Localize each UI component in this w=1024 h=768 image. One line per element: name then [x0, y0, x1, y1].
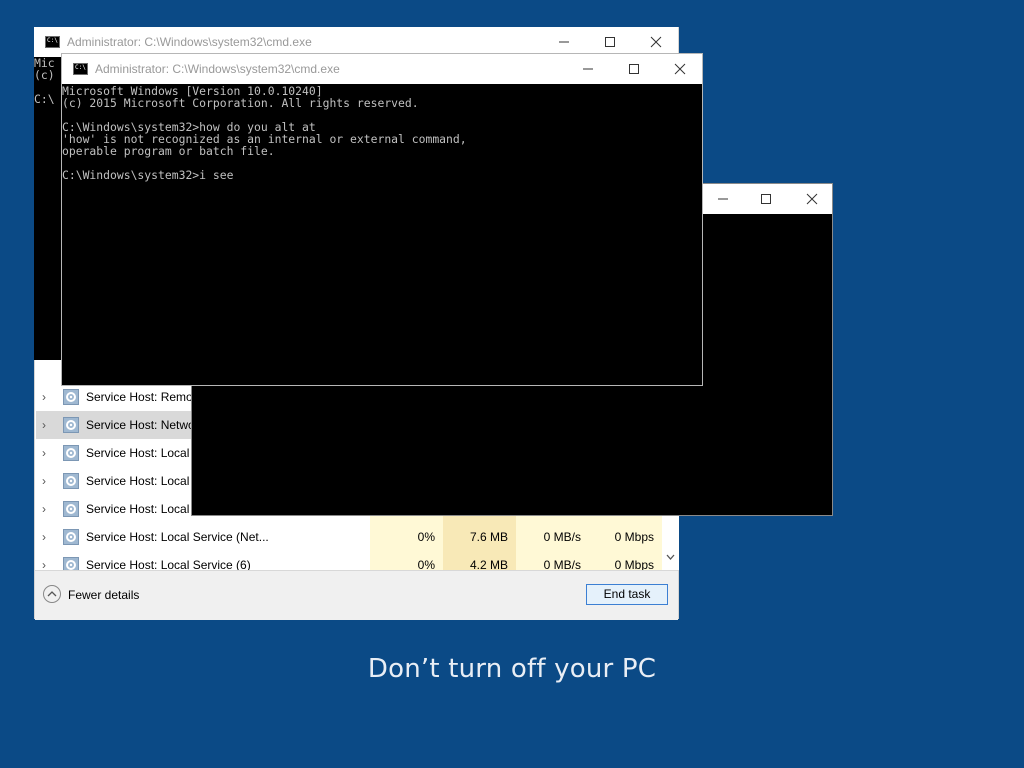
fewer-details-link[interactable]: Fewer details: [68, 588, 139, 602]
console-output[interactable]: Microsoft Windows [Version 10.0.10240] (…: [62, 84, 702, 385]
chevron-right-icon[interactable]: ›: [42, 418, 46, 432]
process-name: Service Host: Netwo: [86, 418, 195, 432]
close-button[interactable]: [789, 184, 835, 214]
end-task-button[interactable]: End task: [586, 584, 668, 605]
chevron-right-icon[interactable]: ›: [42, 530, 46, 544]
cmd-window-front[interactable]: C:\ Administrator: C:\Windows\system32\c…: [61, 53, 703, 386]
task-manager-footer: Fewer details End task: [35, 570, 678, 620]
gear-icon: [63, 389, 79, 405]
title-bar[interactable]: [703, 184, 832, 214]
disk-cell: 0 MB/s: [516, 523, 589, 551]
minimize-button[interactable]: [565, 54, 611, 84]
process-name: Service Host: Local S: [86, 474, 201, 488]
window-title: Administrator: C:\Windows\system32\cmd.e…: [67, 35, 312, 49]
minimize-button[interactable]: [703, 184, 743, 214]
chevron-up-circle-icon[interactable]: [43, 585, 61, 603]
cpu-cell: 0%: [370, 523, 443, 551]
chevron-right-icon[interactable]: ›: [42, 502, 46, 516]
chevron-right-icon[interactable]: ›: [42, 474, 46, 488]
gear-icon: [63, 473, 79, 489]
gear-icon: [63, 501, 79, 517]
process-row[interactable]: › Service Host: Local Service (Net... 0% 7.…: [36, 523, 669, 551]
minimize-icon: [583, 68, 593, 70]
close-button[interactable]: [657, 54, 703, 84]
cmd-app-icon-label: C:\: [75, 64, 86, 71]
process-name: Service Host: Local Service (Net...: [86, 530, 269, 544]
title-bar[interactable]: C:\ Administrator: C:\Windows\system32\c…: [62, 54, 702, 84]
gear-icon: [63, 417, 79, 433]
minimize-icon: [559, 41, 569, 43]
cmd-app-icon: C:\: [73, 63, 88, 75]
cmd-app-icon: C:\: [45, 36, 60, 48]
gear-icon: [63, 529, 79, 545]
minimize-icon: [718, 198, 728, 200]
maximize-button[interactable]: [611, 54, 657, 84]
cmd-app-icon-label: C:\: [47, 37, 58, 44]
process-name: Service Host: Local S: [86, 446, 201, 460]
close-icon: [650, 36, 662, 48]
close-icon: [806, 193, 818, 205]
maximize-button[interactable]: [743, 184, 789, 214]
process-name: Service Host: Local S: [86, 502, 201, 516]
chevron-right-icon[interactable]: ›: [42, 390, 46, 404]
gear-icon: [63, 445, 79, 461]
chevron-right-icon[interactable]: ›: [42, 446, 46, 460]
maximize-icon: [761, 194, 771, 204]
network-cell: 0 Mbps: [589, 523, 662, 551]
console-output[interactable]: Mic (c) C:\: [34, 57, 64, 360]
window-title: Administrator: C:\Windows\system32\cmd.e…: [95, 62, 340, 76]
update-status-message: Don’t turn off your PC: [367, 654, 657, 684]
maximize-icon: [629, 64, 639, 74]
process-name: Service Host: Remot: [86, 390, 197, 404]
close-icon: [674, 63, 686, 75]
maximize-icon: [605, 37, 615, 47]
memory-cell: 7.6 MB: [443, 523, 516, 551]
